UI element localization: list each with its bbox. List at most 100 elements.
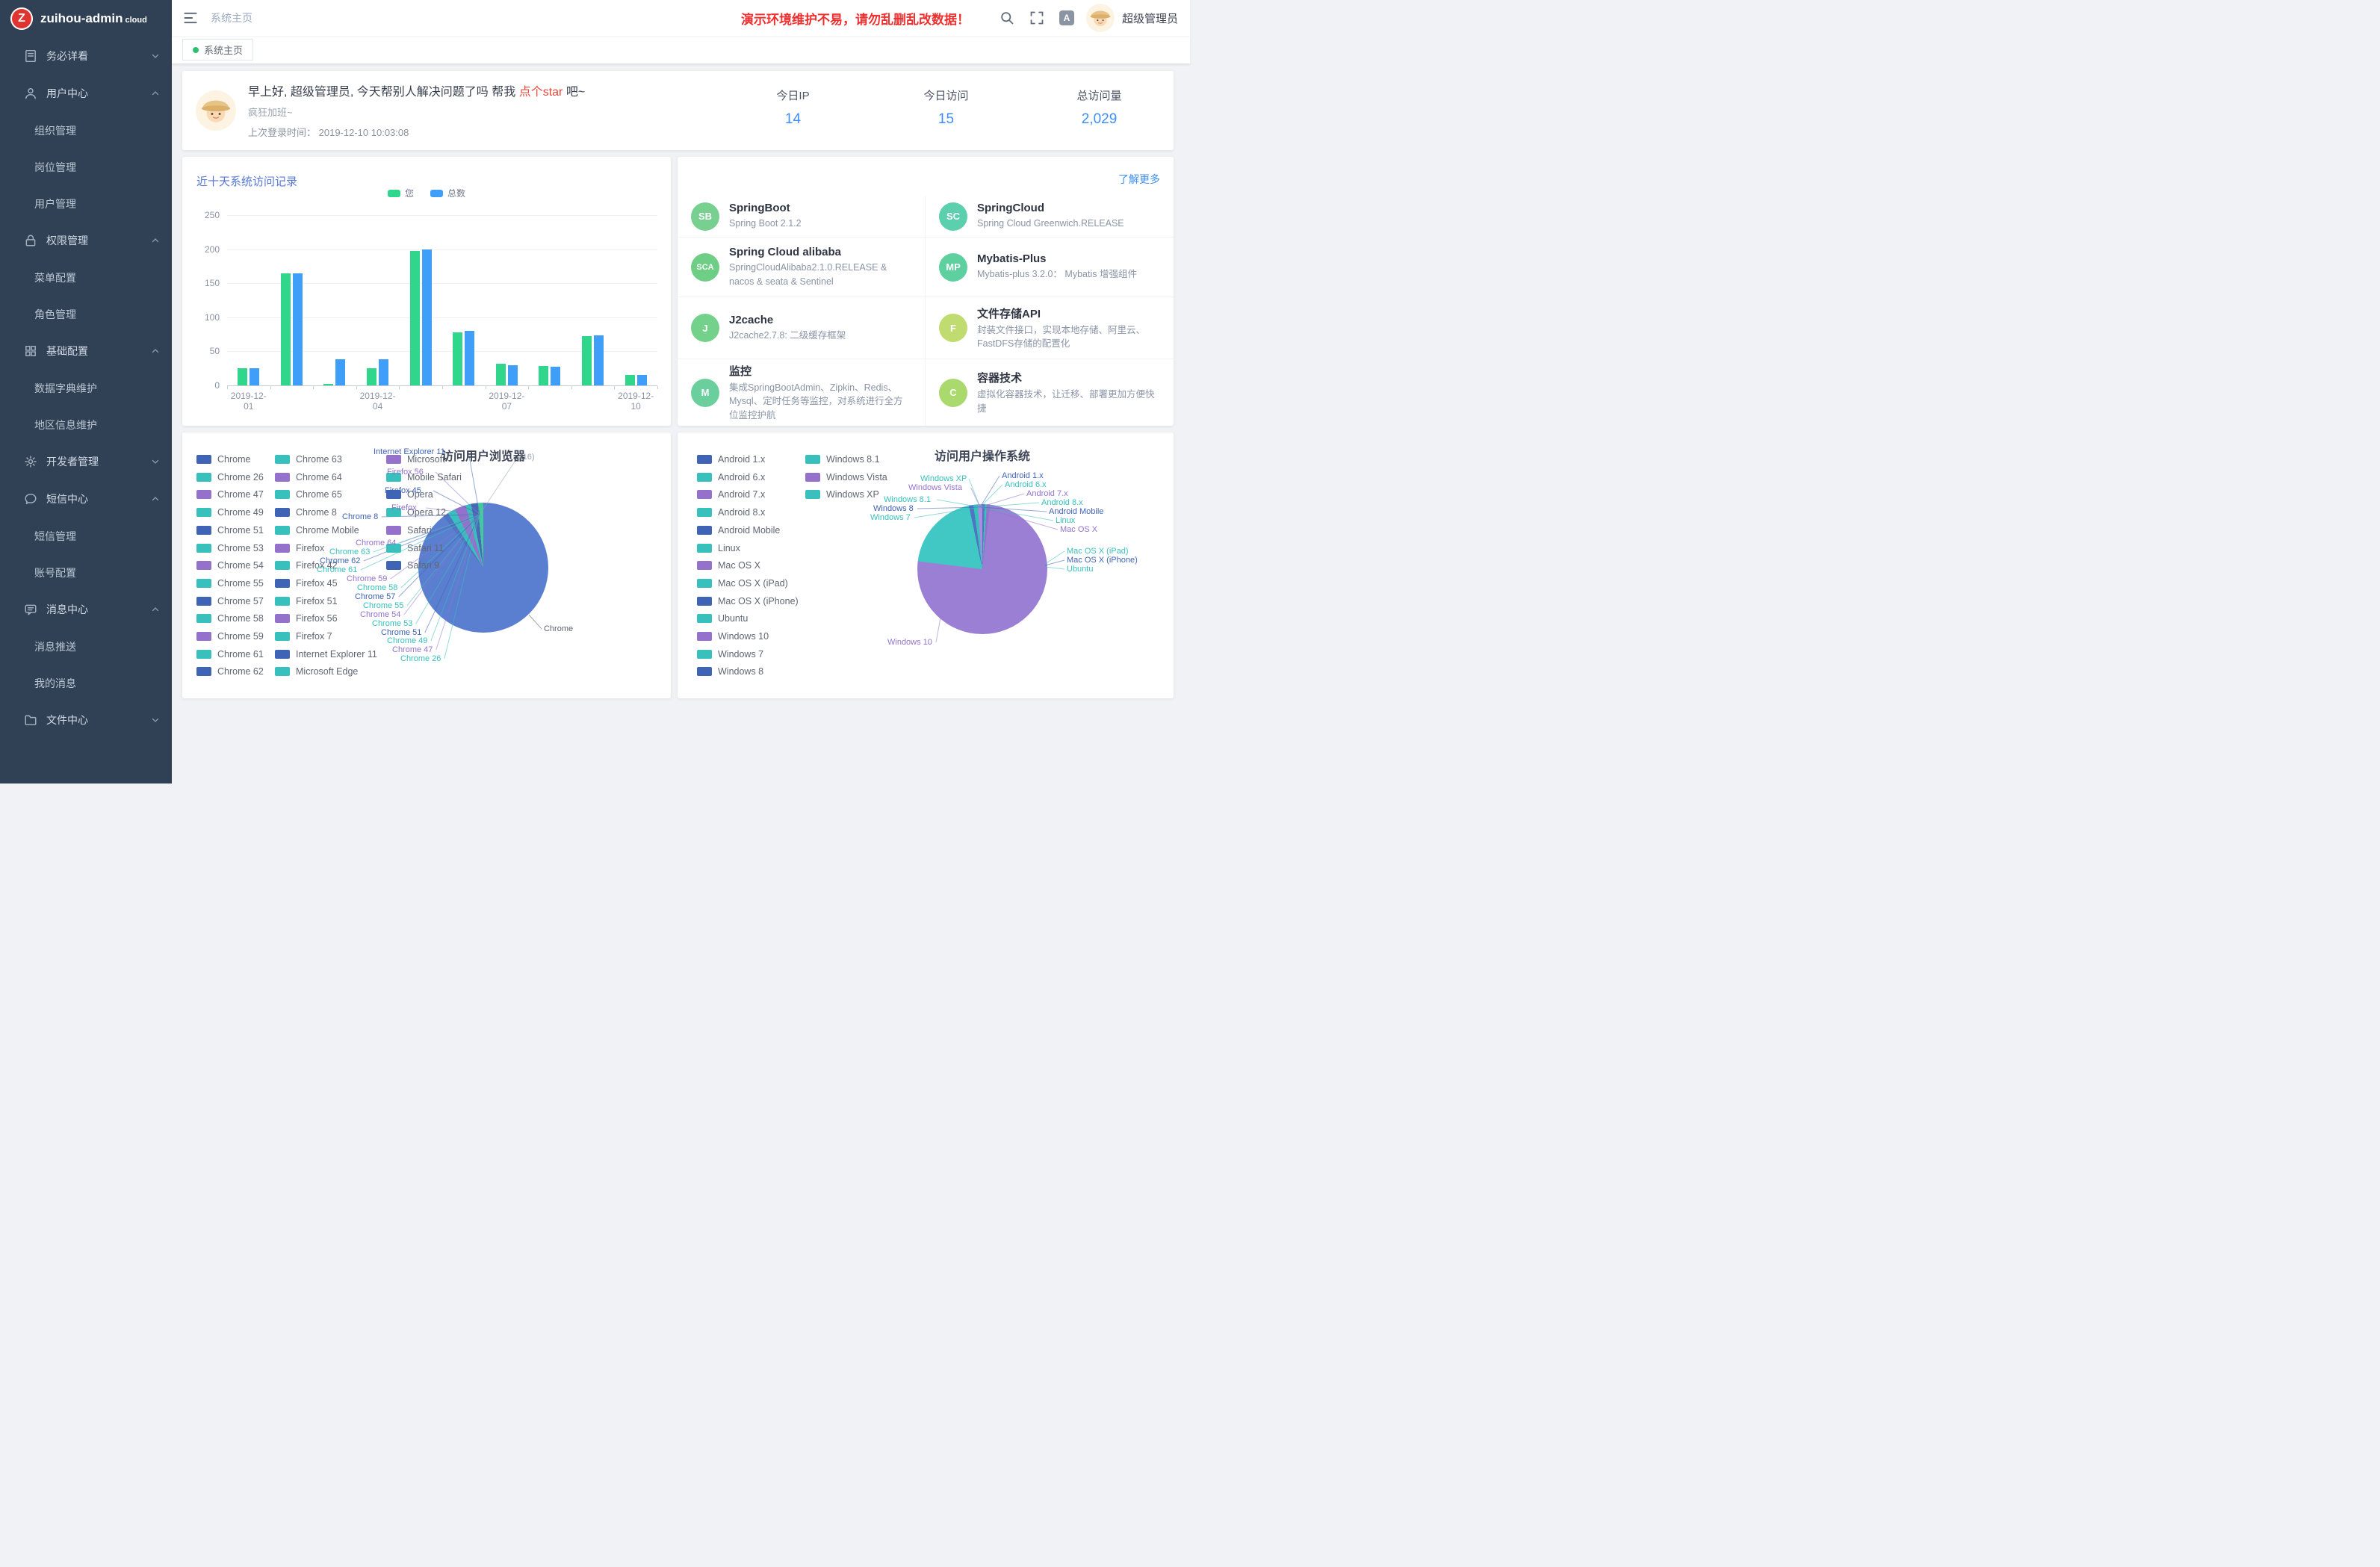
tech-text: SpringCloudSpring Cloud Greenwich.RELEAS… [977, 202, 1124, 230]
legend-item-chrome-62[interactable]: Chrome 62 [196, 666, 264, 677]
search-icon[interactable] [1000, 10, 1014, 25]
legend-item-firefox-45[interactable]: Firefox 45 [275, 578, 338, 589]
star-link[interactable]: 点个star [519, 86, 563, 99]
legend-item-firefox[interactable]: Firefox [275, 543, 324, 553]
legend-item-android-1-x[interactable]: Android 1.x [697, 454, 765, 465]
legend-item-safari-9[interactable]: Safari 9 [386, 560, 439, 571]
font-size-icon[interactable]: A [1059, 10, 1074, 25]
pie-callout-label: Windows 8.1 [884, 495, 931, 504]
legend-item-chrome-59[interactable]: Chrome 59 [196, 631, 264, 642]
legend-item-chrome-58[interactable]: Chrome 58 [196, 613, 264, 624]
legend-item-chrome-mobile[interactable]: Chrome Mobile [275, 525, 359, 536]
legend-swatch [196, 561, 211, 570]
legend-item-windows-xp[interactable]: Windows XP [805, 489, 879, 500]
legend-item-chrome-54[interactable]: Chrome 54 [196, 560, 264, 571]
legend-item-chrome-55[interactable]: Chrome 55 [196, 578, 264, 589]
legend-item-firefox-51[interactable]: Firefox 51 [275, 596, 338, 606]
sidebar-subitem-user-manage[interactable]: 用户管理 [0, 185, 172, 222]
sidebar-item-message-center[interactable]: 消息中心 [0, 591, 172, 628]
legend-label: Chrome 8 [296, 507, 337, 518]
sidebar: Z zuihou-admincloud 务必详看用户中心组织管理岗位管理用户管理… [0, 0, 172, 784]
legend-swatch [386, 561, 401, 570]
y-axis-label: 50 [187, 346, 220, 356]
legend-item-android-6-x[interactable]: Android 6.x [697, 472, 765, 482]
sidebar-item-permission[interactable]: 权限管理 [0, 222, 172, 259]
pie-callout-label: Windows Vista [908, 483, 962, 492]
logo[interactable]: Z zuihou-admincloud [0, 0, 172, 37]
legend-item-mac-os-x-iphone[interactable]: Mac OS X (iPhone) [697, 596, 799, 606]
sidebar-item-must-read[interactable]: 务必详看 [0, 37, 172, 75]
legend-item-microsoft-edge[interactable]: Microsoft Edge [275, 666, 358, 677]
legend-item-chrome-47[interactable]: Chrome 47 [196, 489, 264, 500]
legend-item-android-7-x[interactable]: Android 7.x [697, 489, 765, 500]
legend-item-ubuntu[interactable]: Ubuntu [697, 613, 748, 624]
sidebar-subitem-sms-manage[interactable]: 短信管理 [0, 518, 172, 554]
legend-item-windows-10[interactable]: Windows 10 [697, 631, 769, 642]
legend-item-chrome-65[interactable]: Chrome 65 [275, 489, 342, 500]
fullscreen-icon[interactable] [1029, 10, 1044, 25]
legend-item-windows-vista[interactable]: Windows Vista [805, 472, 887, 482]
legend-label: Firefox 56 [296, 613, 338, 624]
os-pie[interactable] [917, 504, 1047, 634]
sidebar-item-basic-config[interactable]: 基础配置 [0, 332, 172, 370]
legend-swatch [196, 632, 211, 641]
breadcrumb[interactable]: 系统主页 [211, 10, 252, 25]
legend-label: Firefox 51 [296, 596, 338, 606]
sidebar-item-sms-center[interactable]: 短信中心 [0, 480, 172, 518]
tech-text: J2cacheJ2cache2.7.8: 二级缓存框架 [729, 314, 846, 342]
sidebar-subitem-role-manage[interactable]: 角色管理 [0, 296, 172, 332]
legend-item-chrome-49[interactable]: Chrome 49 [196, 507, 264, 518]
content-area: 早上好, 超级管理员, 今天帮别人解决问题了吗 帮我 点个star 吧~ 疯狂加… [172, 63, 1190, 784]
sidebar-collapse-icon[interactable] [182, 10, 199, 26]
sidebar-subitem-dict-maintain[interactable]: 数据字典维护 [0, 370, 172, 406]
legend-item-mac-os-x-ipad[interactable]: Mac OS X (iPad) [697, 578, 788, 589]
sidebar-item-user-center[interactable]: 用户中心 [0, 75, 172, 112]
sidebar-subitem-post-manage[interactable]: 岗位管理 [0, 149, 172, 185]
legend-item-windows-8[interactable]: Windows 8 [697, 666, 763, 677]
sidebar-subitem-org-manage[interactable]: 组织管理 [0, 112, 172, 149]
legend-item-mac-os-x[interactable]: Mac OS X [697, 560, 760, 571]
legend-label: Chrome 62 [217, 666, 264, 677]
legend-item-chrome[interactable]: Chrome [196, 454, 250, 465]
sidebar-item-developer[interactable]: 开发者管理 [0, 443, 172, 480]
legend-item-firefox-56[interactable]: Firefox 56 [275, 613, 338, 624]
stat-total-visits: 总访问量2,029 [1023, 87, 1176, 128]
username-label[interactable]: 超级管理员 [1122, 10, 1178, 26]
legend-item-chrome-51[interactable]: Chrome 51 [196, 525, 264, 536]
tech-item-springcloud-alibaba: SCASpring Cloud alibabaSpringCloudAlibab… [678, 238, 926, 297]
legend-swatch [196, 667, 211, 676]
legend-label: Chrome 26 [217, 472, 264, 482]
sidebar-subitem-area-maintain[interactable]: 地区信息维护 [0, 406, 172, 443]
brand-title: zuihou-admincloud [40, 11, 147, 26]
sidebar-subitem-my-message[interactable]: 我的消息 [0, 665, 172, 701]
sidebar-subitem-menu-config[interactable]: 菜单配置 [0, 259, 172, 296]
legend-item-windows-7[interactable]: Windows 7 [697, 649, 763, 660]
legend-item-android-mobile[interactable]: Android Mobile [697, 525, 780, 536]
y-axis-label: 200 [187, 244, 220, 255]
x-axis-label: 2019-12-07 [486, 391, 529, 412]
legend-item-safari[interactable]: Safari [386, 525, 432, 536]
sidebar-item-file-center[interactable]: 文件中心 [0, 701, 172, 739]
legend-item-chrome-57[interactable]: Chrome 57 [196, 596, 264, 606]
sidebar-subitem-message-push[interactable]: 消息推送 [0, 628, 172, 665]
legend-item-chrome-64[interactable]: Chrome 64 [275, 472, 342, 482]
learn-more-link[interactable]: 了解更多 [1118, 172, 1160, 187]
legend-item-linux[interactable]: Linux [697, 543, 740, 553]
legend-item-windows-8-1[interactable]: Windows 8.1 [805, 454, 880, 465]
legend-item-chrome-26[interactable]: Chrome 26 [196, 472, 264, 482]
legend-item-chrome-8[interactable]: Chrome 8 [275, 507, 337, 518]
legend-item-chrome-63[interactable]: Chrome 63 [275, 454, 342, 465]
user-avatar[interactable] [1086, 4, 1115, 32]
visit-bar-chart: 0501001502002502019-12-012019-12-042019-… [182, 157, 671, 426]
sidebar-subitem-account-config[interactable]: 账号配置 [0, 554, 172, 591]
legend-item-chrome-53[interactable]: Chrome 53 [196, 543, 264, 553]
legend-item-android-8-x[interactable]: Android 8.x [697, 507, 765, 518]
legend-item-chrome-61[interactable]: Chrome 61 [196, 649, 264, 660]
legend-label: Android Mobile [718, 525, 780, 536]
tab-home[interactable]: 系统主页 [182, 39, 253, 60]
legend-item-internet-explorer-11[interactable]: Internet Explorer 11 [275, 649, 377, 660]
chevron-down-icon [151, 52, 160, 60]
tech-text: Mybatis-PlusMybatis-plus 3.2.0： Mybatis … [977, 252, 1137, 281]
legend-item-firefox-7[interactable]: Firefox 7 [275, 631, 332, 642]
legend-label: Internet Explorer 11 [296, 649, 377, 660]
